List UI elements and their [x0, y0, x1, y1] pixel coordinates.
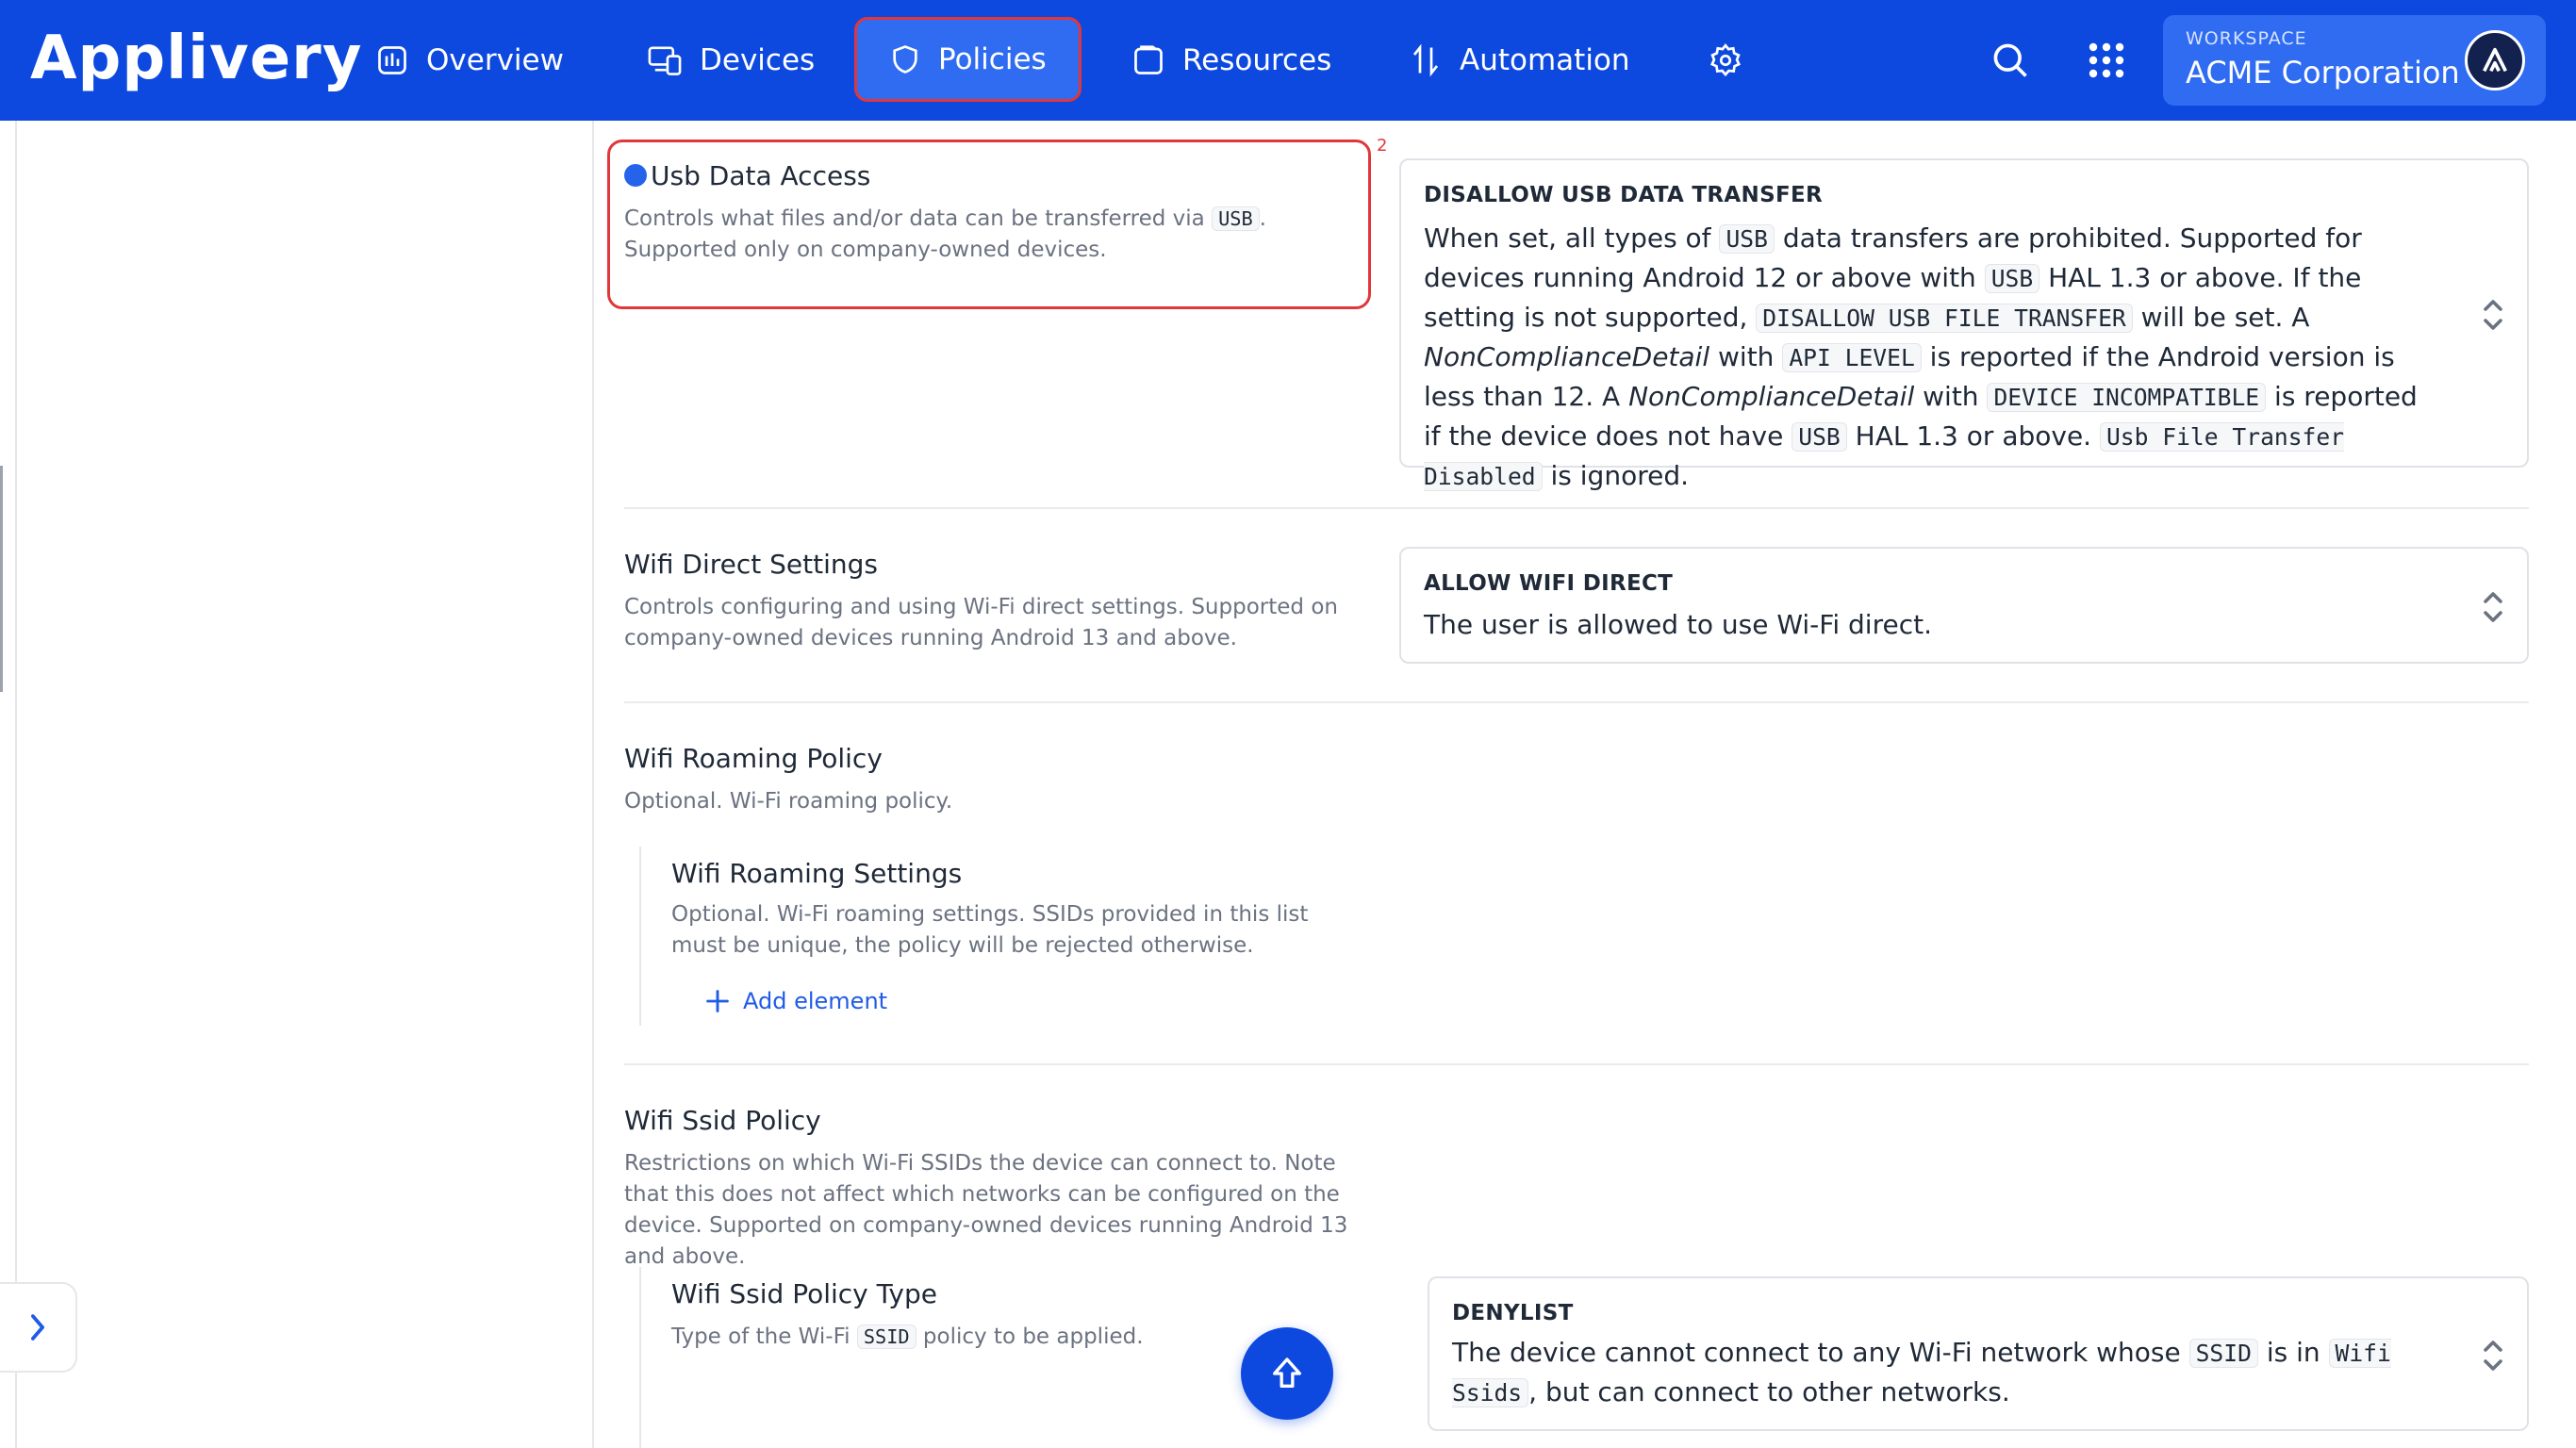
applivery-logo[interactable]: Applivery — [30, 23, 362, 94]
workspace-name: ACME Corporation — [2186, 55, 2460, 90]
inline-code: API LEVEL — [1782, 343, 1922, 372]
inline-text: with — [1914, 381, 1988, 412]
search-button[interactable] — [1984, 34, 2037, 87]
select-arrows-icon — [2484, 1341, 2502, 1371]
scroll-to-top-button[interactable] — [1241, 1327, 1333, 1420]
inline-text: with — [1709, 341, 1783, 372]
section-divider — [624, 507, 2529, 509]
plus-icon — [706, 990, 729, 1012]
wifi-ssid-policy-description: Restrictions on which Wi-Fi SSIDs the de… — [624, 1151, 1348, 1269]
section-divider — [624, 701, 2529, 703]
annotation-number: 2 — [1377, 136, 1388, 156]
workspace-label: WORKSPACE — [2186, 28, 2307, 49]
apps-menu-button[interactable] — [2080, 34, 2133, 87]
inline-text: When set, all types of — [1424, 222, 1720, 254]
inline-text: is ignored. — [1542, 460, 1690, 491]
ssid-select-value-label: DENYLIST — [1452, 1301, 1574, 1325]
inline-code: USB — [1719, 224, 1775, 254]
ssid-select-description: The device cannot connect to any Wi-Fi n… — [1452, 1333, 2442, 1412]
devices-icon — [648, 46, 682, 75]
wifi-roaming-policy-title: Wifi Roaming Policy — [624, 743, 883, 774]
section-divider — [624, 1063, 2529, 1065]
wifi-direct-select-description: The user is allowed to use Wi-Fi direct. — [1424, 609, 1932, 640]
inline-code: USB — [1792, 422, 1847, 452]
inline-emphasis: NonComplianceDetail — [1424, 341, 1710, 372]
collapsed-sidebar — [0, 121, 17, 1448]
settings-button[interactable] — [1699, 34, 1752, 87]
workspace-avatar — [2465, 30, 2525, 90]
wifi-ssid-policy-type-select[interactable]: DENYLIST The device cannot connect to an… — [1428, 1276, 2529, 1431]
nested-group-rule — [639, 847, 641, 1026]
grid-dots-icon — [2089, 42, 2124, 78]
nav-policies[interactable]: Policies — [854, 17, 1082, 102]
nav-devices-label: Devices — [700, 43, 816, 77]
select-arrows-icon — [2484, 592, 2502, 622]
search-icon — [1993, 43, 2027, 77]
nav-resources[interactable]: Resources — [1115, 19, 1348, 102]
wifi-direct-select[interactable]: ALLOW WIFI DIRECT The user is allowed to… — [1399, 547, 2529, 664]
nav-resources-label: Resources — [1182, 43, 1332, 77]
wifi-direct-select-value-label: ALLOW WIFI DIRECT — [1424, 571, 1674, 596]
usb-data-access-description: Controls what files and/or data can be t… — [624, 206, 1266, 262]
select-arrows-icon — [2484, 300, 2502, 330]
usb-select-description: When set, all types of USB data transfer… — [1424, 219, 2442, 496]
gear-icon — [1709, 43, 1742, 77]
wifi-ssid-policy-type-description: Type of the Wi-Fi SSID policy to be appl… — [671, 1325, 1144, 1349]
nested-group-rule — [639, 1267, 641, 1448]
nav-overview[interactable]: Overview — [358, 19, 581, 102]
inline-text: , but can connect to other networks. — [1528, 1376, 2010, 1407]
content-left-rule — [592, 121, 594, 1448]
workspace-switcher[interactable]: WORKSPACE ACME Corporation — [2163, 15, 2546, 106]
wifi-direct-settings-title: Wifi Direct Settings — [624, 549, 878, 580]
wifi-ssid-policy-title: Wifi Ssid Policy — [624, 1105, 821, 1136]
wifi-roaming-policy-description: Optional. Wi-Fi roaming policy. — [624, 789, 953, 814]
add-element-button[interactable]: Add element — [705, 984, 887, 1018]
wifi-direct-settings-description: Controls configuring and using Wi-Fi dir… — [624, 595, 1338, 650]
inline-text: HAL 1.3 or above. — [1846, 420, 2100, 452]
wifi-ssid-policy-type-title: Wifi Ssid Policy Type — [671, 1278, 937, 1309]
inline-code: SSID — [2188, 1339, 2258, 1368]
inline-text: The device cannot connect to any Wi-Fi n… — [1452, 1337, 2189, 1368]
nav-policies-label: Policies — [938, 42, 1047, 76]
inline-code: DISALLOW USB FILE TRANSFER — [1756, 304, 2133, 333]
modified-indicator-dot — [624, 164, 647, 187]
inline-text: will be set. A — [2132, 302, 2310, 333]
inline-code: USB — [1984, 264, 2040, 293]
wifi-roaming-settings-title: Wifi Roaming Settings — [671, 858, 963, 889]
inline-emphasis: NonComplianceDetail — [1628, 381, 1915, 412]
usb-data-access-title: Usb Data Access — [651, 160, 871, 191]
wifi-roaming-settings-description: Optional. Wi-Fi roaming settings. SSIDs … — [671, 902, 1309, 958]
resources-icon — [1134, 45, 1163, 74]
nav-automation[interactable]: Automation — [1392, 19, 1647, 102]
chevron-right-icon — [31, 1314, 44, 1341]
nav-overview-label: Overview — [426, 43, 564, 77]
inline-code: DEVICE INCOMPATIBLE — [1987, 383, 2267, 412]
add-element-label: Add element — [743, 988, 888, 1014]
logo-a-icon — [2483, 47, 2507, 73]
expand-sidebar-button[interactable] — [0, 1282, 77, 1373]
chart-bars-icon — [378, 46, 406, 74]
automation-icon — [1412, 43, 1439, 77]
shield-icon — [893, 45, 917, 74]
inline-text: is in — [2257, 1337, 2329, 1368]
usb-data-access-select[interactable]: DISALLOW USB DATA TRANSFER When set, all… — [1399, 158, 2529, 491]
nav-automation-label: Automation — [1460, 43, 1630, 77]
top-navigation-bar: Applivery Overview Devices Policies Reso… — [0, 0, 2576, 121]
arrow-up-icon — [1273, 1358, 1301, 1388]
nav-devices[interactable]: Devices — [630, 19, 832, 102]
usb-select-value-label: DISALLOW USB DATA TRANSFER — [1424, 183, 1823, 207]
sidebar-scrollbar[interactable] — [0, 466, 3, 692]
